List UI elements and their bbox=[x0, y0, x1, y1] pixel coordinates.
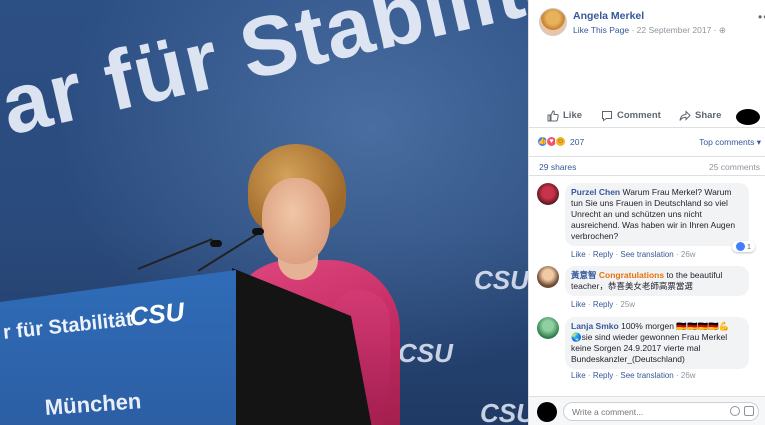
share-icon bbox=[679, 109, 691, 121]
comment-like-link[interactable]: Like bbox=[571, 250, 586, 259]
see-translation-link[interactable]: See translation bbox=[620, 371, 673, 380]
comment-reaction-count[interactable]: 1 bbox=[731, 241, 755, 252]
comment-label: Comment bbox=[617, 110, 661, 121]
share-button[interactable]: Share bbox=[679, 109, 722, 122]
comment-icon bbox=[602, 110, 612, 121]
microphone-icon bbox=[210, 240, 222, 247]
emoji-icon[interactable] bbox=[730, 406, 740, 416]
post-header: Angela Merkel Like This Page · 22 Septem… bbox=[539, 8, 765, 38]
like-button[interactable]: Like bbox=[547, 109, 583, 122]
commenter-name[interactable]: Lanja Smko bbox=[571, 321, 619, 331]
comment-actions: Like · Reply · See translation · 26w bbox=[571, 371, 696, 380]
like-label: Like bbox=[563, 110, 583, 121]
commenter-avatar[interactable] bbox=[537, 266, 559, 288]
backdrop-logo: CSU bbox=[480, 398, 528, 425]
comment-age[interactable]: 26w bbox=[681, 371, 696, 380]
commenter-name[interactable]: Purzel Chen bbox=[571, 187, 620, 197]
page-avatar[interactable] bbox=[539, 8, 567, 36]
comment-reply-link[interactable]: Reply bbox=[593, 300, 613, 309]
viewer-avatar bbox=[537, 402, 557, 422]
reaction-count[interactable]: 207 bbox=[570, 137, 584, 147]
comment-reaction-number: 1 bbox=[746, 242, 751, 251]
engagement-counts: 29 shares 25 comments bbox=[529, 156, 765, 176]
share-label: Share bbox=[695, 110, 722, 121]
comments-count[interactable]: 25 comments bbox=[709, 162, 760, 172]
comment-like-link[interactable]: Like bbox=[571, 300, 586, 309]
backdrop-logo: CSU bbox=[474, 265, 528, 295]
comment-text-line-1: 100% morgen 🇩🇪🇩🇪🇩🇪🇩🇪💪 bbox=[621, 321, 730, 331]
comment-actions: Like · Reply · 25w bbox=[571, 300, 635, 309]
viewer-avatar[interactable] bbox=[736, 109, 760, 125]
like-reaction-icon bbox=[735, 242, 745, 251]
post-actions: Like Comment Share bbox=[529, 104, 765, 128]
post-photo[interactable]: ar für Stabilität CSU CSU CSU r für Stab… bbox=[0, 0, 528, 425]
comment-like-link[interactable]: Like bbox=[571, 371, 586, 380]
comment-composer bbox=[529, 396, 765, 425]
composer-icons bbox=[730, 406, 754, 416]
comment-actions: Like · Reply · See translation · 26w bbox=[571, 250, 696, 259]
commenter-name[interactable]: 黃意智 bbox=[571, 270, 597, 280]
reactions-summary[interactable]: 👍 ♥ ☺ 207 Top comments ▾ bbox=[537, 136, 761, 150]
commenter-avatar[interactable] bbox=[537, 183, 559, 205]
podium-logo: CSU bbox=[128, 296, 186, 332]
speaker-face bbox=[262, 178, 330, 264]
top-comments-dropdown[interactable]: Top comments ▾ bbox=[699, 137, 761, 148]
camera-icon[interactable] bbox=[744, 406, 754, 416]
post-meta: Like This Page · 22 September 2017 · ⊕ bbox=[573, 25, 726, 36]
commenter-avatar[interactable] bbox=[537, 317, 559, 339]
globe-icon: ⊕ bbox=[718, 25, 727, 35]
comment-bubble: 黃意智 Congratulations to the beautiful tea… bbox=[565, 266, 749, 296]
comment-highlight: Congratulations bbox=[598, 270, 665, 280]
thumbs-up-icon bbox=[547, 109, 559, 121]
shares-count[interactable]: 29 shares bbox=[539, 162, 576, 172]
comment-age[interactable]: 26w bbox=[681, 250, 696, 259]
page-name-link[interactable]: Angela Merkel bbox=[573, 10, 644, 22]
comment-text-line-2: 🌏sie sind wieder gewonnen Frau Merkel ke… bbox=[571, 332, 728, 364]
comment-age[interactable]: 25w bbox=[620, 300, 635, 309]
like-page-link[interactable]: Like This Page bbox=[573, 25, 629, 35]
microphone-icon bbox=[252, 228, 264, 235]
more-options-button[interactable]: ••• bbox=[758, 10, 765, 24]
comment-reply-link[interactable]: Reply bbox=[593, 371, 613, 380]
post-date[interactable]: 22 September 2017 bbox=[637, 25, 712, 35]
comment-reply-link[interactable]: Reply bbox=[593, 250, 613, 259]
see-translation-link[interactable]: See translation bbox=[620, 250, 673, 259]
comment-bubble: Purzel Chen Warum Frau Merkel? Warum tun… bbox=[565, 183, 749, 246]
haha-reaction-icon: ☺ bbox=[555, 136, 566, 147]
comment-bubble: Lanja Smko 100% morgen 🇩🇪🇩🇪🇩🇪🇩🇪💪 🌏sie si… bbox=[565, 317, 749, 369]
post-sidebar: Angela Merkel Like This Page · 22 Septem… bbox=[528, 0, 765, 425]
